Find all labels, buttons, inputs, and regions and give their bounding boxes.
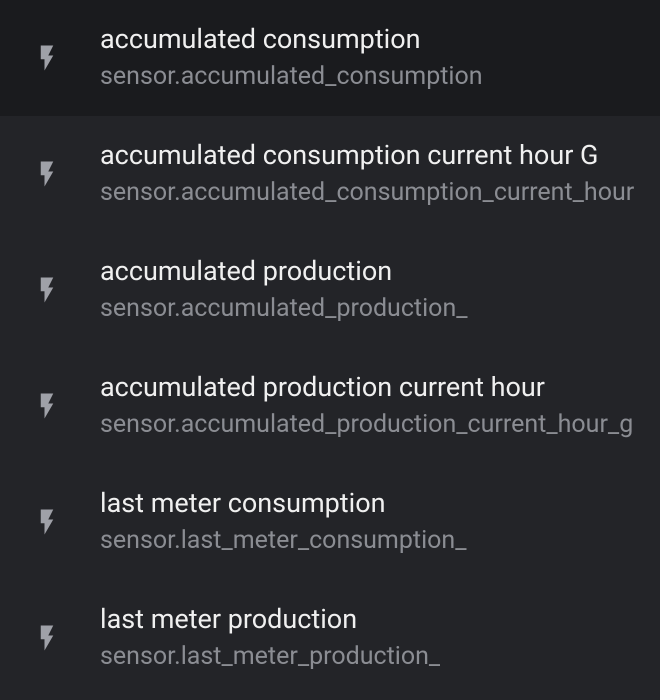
flash-icon — [22, 37, 100, 79]
list-item[interactable]: last meter consumption sensor.last_meter… — [0, 464, 660, 580]
entity-title: accumulated consumption current hour G — [100, 138, 634, 173]
flash-icon — [22, 617, 100, 659]
list-item[interactable]: accumulated consumption current hour G s… — [0, 116, 660, 232]
entity-title: accumulated production — [100, 254, 468, 289]
list-item-text: last meter production sensor.last_meter_… — [100, 602, 440, 674]
list-item[interactable]: accumulated production sensor.accumulate… — [0, 232, 660, 348]
entity-id: sensor.accumulated_consumption — [100, 61, 483, 94]
flash-icon — [22, 385, 100, 427]
entity-id: sensor.last_meter_consumption_ — [100, 525, 467, 558]
list-item-text: last meter consumption sensor.last_meter… — [100, 486, 467, 558]
list-item-text: accumulated consumption sensor.accumulat… — [100, 22, 483, 94]
entity-id: sensor.accumulated_production_current_ho… — [100, 409, 633, 442]
list-item-text: accumulated production current hour sens… — [100, 370, 633, 442]
entity-title: accumulated production current hour — [100, 370, 633, 405]
entity-title: last meter consumption — [100, 486, 467, 521]
flash-icon — [22, 501, 100, 543]
entity-id: sensor.accumulated_consumption_current_h… — [100, 177, 634, 210]
entity-id: sensor.accumulated_production_ — [100, 293, 468, 326]
entity-list: accumulated consumption sensor.accumulat… — [0, 0, 660, 696]
flash-icon — [22, 269, 100, 311]
list-item-text: accumulated production sensor.accumulate… — [100, 254, 468, 326]
list-item-text: accumulated consumption current hour G s… — [100, 138, 634, 210]
entity-id: sensor.last_meter_production_ — [100, 641, 440, 674]
list-item[interactable]: accumulated consumption sensor.accumulat… — [0, 0, 660, 116]
entity-title: accumulated consumption — [100, 22, 483, 57]
entity-title: last meter production — [100, 602, 440, 637]
list-item[interactable]: accumulated production current hour sens… — [0, 348, 660, 464]
flash-icon — [22, 153, 100, 195]
list-item[interactable]: last meter production sensor.last_meter_… — [0, 580, 660, 696]
